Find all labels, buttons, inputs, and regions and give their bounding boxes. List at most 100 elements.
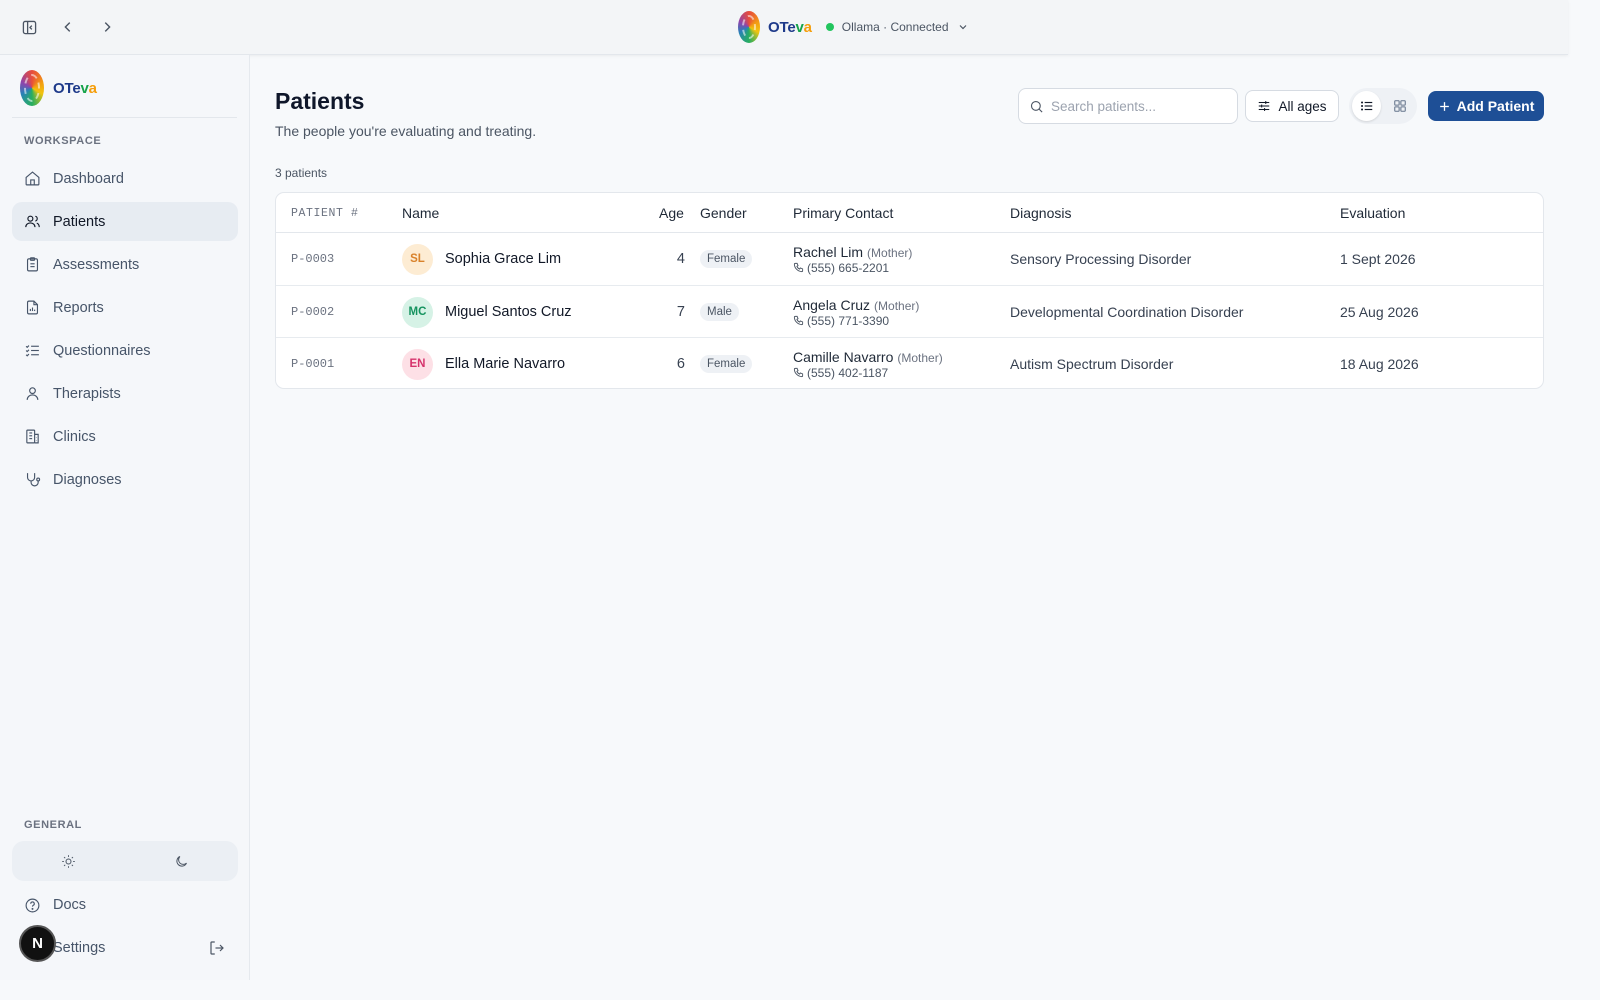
page-title: Patients xyxy=(275,88,365,114)
patient-gender-cell: Female xyxy=(700,338,753,388)
docs-link[interactable]: Docs xyxy=(24,894,86,916)
patient-age: 4 xyxy=(676,251,685,267)
column-header-diagnosis[interactable]: Diagnosis xyxy=(1010,193,1071,233)
contact-phone: (555) 665-2201 xyxy=(807,260,890,275)
search-box xyxy=(1018,88,1238,124)
contact-name: Camille Navarro xyxy=(793,348,894,365)
logout-button[interactable] xyxy=(208,939,228,959)
patient-age: 6 xyxy=(676,356,685,372)
sidebar-item-label: Reports xyxy=(53,299,104,316)
patients-table: PATIENT # Name Age Gender Primary Contac… xyxy=(275,192,1544,389)
sidebar-item-clinics[interactable]: Clinics xyxy=(12,417,238,456)
patient-initials-avatar: SL xyxy=(402,243,433,275)
column-header-id[interactable]: PATIENT # xyxy=(291,193,359,233)
table-header: PATIENT # Name Age Gender Primary Contac… xyxy=(276,193,1543,233)
list-icon xyxy=(1360,101,1372,111)
patient-count: 3 patients xyxy=(275,166,328,180)
patient-initials-avatar: MC xyxy=(402,296,433,328)
table-row[interactable]: P-0003 SL Sophia Grace Lim 4 Female Rach… xyxy=(276,233,1543,285)
sun-icon xyxy=(62,854,75,868)
sidebar-item-patients[interactable]: Patients xyxy=(12,202,238,241)
sidebar-item-questionnaires[interactable]: Questionnaires xyxy=(12,331,238,370)
age-filter-label: All ages xyxy=(1278,98,1327,114)
building-icon xyxy=(26,429,39,444)
evaluation-date: 1 Sept 2026 xyxy=(1340,251,1416,267)
stethoscope-icon xyxy=(26,473,41,487)
table-row[interactable]: P-0002 MC Miguel Santos Cruz 7 Male Ange… xyxy=(276,285,1543,337)
column-header-age[interactable]: Age xyxy=(659,193,684,233)
sidebar-item-therapists[interactable]: Therapists xyxy=(12,374,238,413)
sidebar-divider xyxy=(12,117,237,118)
connection-status-text: Ollama · Connected xyxy=(841,20,949,34)
sidebar-item-label: Dashboard xyxy=(53,170,124,187)
evaluation-date: 25 Aug 2026 xyxy=(1340,304,1419,320)
sidebar-toggle-button[interactable] xyxy=(16,14,42,40)
add-patient-button[interactable]: Add Patient xyxy=(1428,91,1544,121)
page-subtitle: The people you're evaluating and treatin… xyxy=(275,123,537,139)
checklist-icon xyxy=(25,345,39,357)
phone-icon xyxy=(793,315,804,326)
patient-diagnosis: Developmental Coordination Disorder xyxy=(1010,304,1244,320)
evaluation-date: 18 Aug 2026 xyxy=(1340,356,1419,372)
gender-badge: Female xyxy=(700,250,753,268)
sidebar-item-assessments[interactable]: Assessments xyxy=(12,245,238,284)
contact-name: Angela Cruz xyxy=(793,296,871,313)
age-filter-button[interactable]: All ages xyxy=(1245,90,1339,122)
back-button[interactable] xyxy=(55,14,81,40)
chevron-left-icon xyxy=(64,22,71,32)
column-header-contact[interactable]: Primary Contact xyxy=(793,193,893,233)
patient-id: P-0003 xyxy=(291,252,335,266)
sidebar-item-dashboard[interactable]: Dashboard xyxy=(12,159,238,198)
contact-phone: (555) 402-1187 xyxy=(807,365,889,380)
light-theme-button[interactable] xyxy=(12,841,125,881)
search-input[interactable] xyxy=(1051,98,1221,114)
user-avatar[interactable]: N xyxy=(19,925,56,962)
patient-id: P-0002 xyxy=(291,305,335,319)
patient-id: P-0001 xyxy=(291,357,335,371)
gender-badge: Male xyxy=(700,303,739,321)
sidebar-item-label: Assessments xyxy=(53,256,140,273)
user-icon xyxy=(26,387,39,400)
top-bar: OTeva Ollama · Connected xyxy=(0,0,1568,55)
table-row[interactable]: P-0001 EN Ella Marie Navarro 6 Female Ca… xyxy=(276,337,1543,388)
patient-name-cell: SL Sophia Grace Lim xyxy=(402,233,561,285)
general-section-label: GENERAL xyxy=(24,819,82,831)
sidebar: OTeva WORKSPACE Dashboard Patients Asses… xyxy=(0,55,250,980)
patient-gender-cell: Male xyxy=(700,286,739,338)
sidebar-item-label: Patients xyxy=(53,213,106,230)
primary-contact-cell: Angela Cruz (Mother) (555) 771-3390 xyxy=(793,286,919,338)
patient-age: 7 xyxy=(676,304,685,320)
add-patient-label: Add Patient xyxy=(1456,98,1535,114)
primary-contact-cell: Rachel Lim (Mother) (555) 665-2201 xyxy=(793,233,912,285)
column-header-evaluation[interactable]: Evaluation xyxy=(1340,193,1405,233)
phone-icon xyxy=(793,262,804,273)
column-header-gender[interactable]: Gender xyxy=(700,193,747,233)
chevron-right-icon xyxy=(104,22,111,32)
contact-relation: (Mother) xyxy=(867,245,913,260)
gender-badge: Female xyxy=(700,355,753,373)
app-logo xyxy=(738,11,760,43)
grid-icon xyxy=(1393,100,1406,112)
sidebar-nav: Dashboard Patients Assessments Reports Q… xyxy=(12,159,238,503)
forward-button[interactable] xyxy=(94,14,120,40)
docs-label: Docs xyxy=(53,897,87,913)
sidebar-brand[interactable]: OTeva xyxy=(20,70,97,106)
chevron-down-icon xyxy=(959,25,966,30)
connection-status-dot xyxy=(825,23,834,31)
panel-left-icon xyxy=(22,20,36,34)
file-chart-icon xyxy=(26,300,39,315)
grid-view-button[interactable] xyxy=(1385,91,1414,121)
model-status-selector[interactable]: OTeva Ollama · Connected xyxy=(738,11,969,43)
primary-contact-cell: Camille Navarro (Mother) (555) 402-1187 xyxy=(793,338,943,388)
view-toggle xyxy=(1349,88,1417,124)
sidebar-item-diagnoses[interactable]: Diagnoses xyxy=(12,460,238,499)
column-header-name[interactable]: Name xyxy=(402,193,439,233)
sidebar-item-reports[interactable]: Reports xyxy=(12,288,238,327)
app-brand: OTeva xyxy=(768,18,812,36)
theme-toggle xyxy=(12,841,238,881)
dark-theme-button[interactable] xyxy=(125,841,238,881)
contact-relation: (Mother) xyxy=(874,298,920,313)
log-out-icon xyxy=(210,941,224,955)
phone-icon xyxy=(793,367,804,378)
list-view-button[interactable] xyxy=(1352,91,1381,121)
